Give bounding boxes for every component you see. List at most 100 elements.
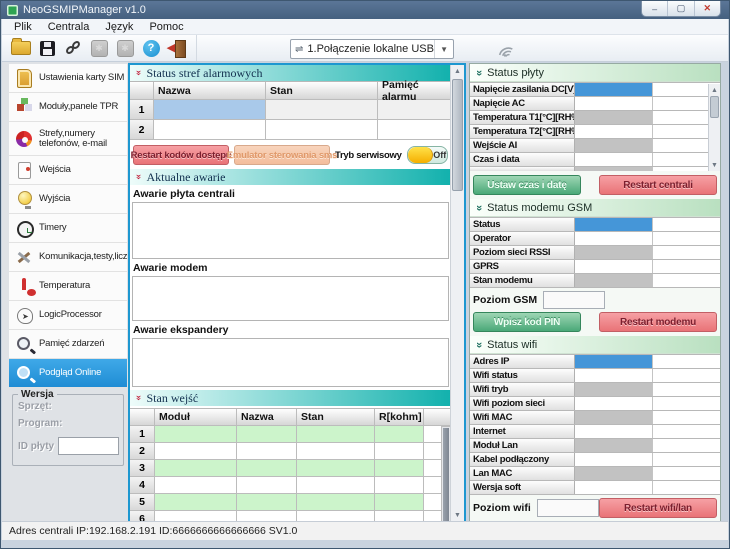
connect-button[interactable]	[61, 37, 85, 59]
inputs-state-table: Moduł Nazwa Stan R[kohm] 1 2 3	[130, 408, 451, 521]
scroll-up-arrow[interactable]: ▲	[709, 84, 720, 96]
wifi-level-label: Poziom wifi	[473, 502, 531, 514]
sidebar-item-timers[interactable]: Timery	[9, 214, 127, 243]
firmware-chip-icon	[117, 40, 134, 57]
save-button[interactable]	[35, 37, 59, 59]
minimize-button[interactable]: –	[642, 1, 668, 16]
sidebar-item-modules[interactable]: Moduły,panele TPR	[9, 93, 127, 122]
sidebar-item-outputs[interactable]: Wyjścia	[9, 185, 127, 214]
field-value	[575, 355, 653, 368]
column-header-pamiec-alarmu[interactable]: Pamięć alarmu	[378, 82, 451, 99]
firmware-chip-icon	[91, 40, 108, 57]
board-id-input[interactable]	[58, 437, 119, 455]
section-header-board-status[interactable]: » Status płyty	[470, 64, 720, 82]
sidebar-item-zones[interactable]: Strefy,numery telefonów, e-mail	[9, 122, 127, 156]
service-mode-toggle[interactable]: Off	[407, 146, 448, 164]
board-status-scrollbar[interactable]: ▲ ▼	[708, 84, 720, 171]
gsm-level-input[interactable]	[543, 291, 605, 309]
app-icon	[7, 5, 18, 16]
firmware-button-2[interactable]	[113, 37, 137, 59]
field-value	[575, 83, 653, 96]
maximize-button[interactable]: ▢	[668, 1, 694, 16]
section-header-wifi-status[interactable]: » Status wifi	[470, 336, 720, 354]
scrollbar-thumb[interactable]	[452, 79, 463, 191]
scroll-down-arrow[interactable]: ▼	[451, 509, 464, 521]
table-row[interactable]: 4	[130, 477, 451, 494]
field-value	[575, 153, 653, 166]
set-time-button[interactable]: Ustaw czas i datę	[473, 175, 581, 195]
close-button[interactable]: ✕	[695, 1, 720, 16]
section-header-current-faults[interactable]: » Aktualne awarie	[130, 169, 451, 185]
column-header-nazwa[interactable]: Nazwa	[237, 409, 297, 425]
menu-plik[interactable]: Plik	[6, 21, 40, 33]
bulb-icon	[15, 190, 33, 208]
field-label: Wejście AI	[470, 139, 575, 152]
table-row[interactable]: 2	[130, 443, 451, 460]
sidebar-item-inputs[interactable]: Wejścia	[9, 156, 127, 185]
help-button[interactable]: ?	[139, 37, 163, 59]
middle-pane-scrollbar[interactable]: ▲ ▼	[450, 65, 464, 521]
help-icon: ?	[143, 40, 160, 57]
column-header-nazwa[interactable]: Nazwa	[154, 82, 266, 99]
menu-pomoc[interactable]: Pomoc	[141, 21, 191, 33]
table-row[interactable]: 1	[130, 100, 451, 120]
hardware-version-label: Sprzęt:	[18, 401, 123, 412]
sidebar-item-temperature[interactable]: Temperatura	[9, 272, 127, 301]
middle-pane: » Status stref alarmowych Nazwa Stan Pam…	[128, 63, 466, 523]
field-value	[575, 246, 653, 259]
field-value	[575, 397, 653, 410]
modem-faults-list	[132, 276, 449, 321]
field-value	[575, 453, 653, 466]
zones-pie-icon	[15, 130, 33, 148]
scroll-down-arrow[interactable]: ▼	[709, 159, 720, 171]
window-title: NeoGSMIPManager v1.0	[23, 4, 146, 16]
field-label: Temperatura T1[°C][RH%]	[470, 111, 575, 124]
sidebar-item-event-memory[interactable]: Pamięć zdarzeń	[9, 330, 127, 359]
sidebar-item-sim[interactable]: Ustawienia karty SIM	[9, 64, 127, 93]
section-header-inputs-state[interactable]: » Stan wejść	[130, 390, 451, 406]
statusbar: Adres centrali IP:192.168.2.191 ID:66666…	[2, 521, 728, 540]
field-label: Operator	[470, 232, 575, 245]
table-row[interactable]: 2	[130, 120, 451, 140]
wifi-level-input[interactable]	[537, 499, 599, 517]
restart-central-button[interactable]: Restart centrali	[599, 175, 717, 195]
column-header-modul[interactable]: Moduł	[155, 409, 237, 425]
table-row[interactable]: 3	[130, 460, 451, 477]
zone-name-cell[interactable]	[154, 120, 266, 139]
table-row[interactable]: 1	[130, 426, 451, 443]
field-label: Wersja soft	[470, 481, 575, 494]
scrollbar-thumb[interactable]	[443, 428, 449, 521]
sidebar-item-communication[interactable]: Komunikacja,testy,liczniki	[9, 243, 127, 272]
connection-selector[interactable]: ⇌ 1.Połączenie lokalne USB ▼	[290, 39, 454, 59]
exit-button[interactable]: ◀	[165, 37, 189, 59]
row-number: 2	[130, 120, 154, 139]
window-frame-bottom	[2, 540, 728, 547]
menu-centrala[interactable]: Centrala	[40, 21, 98, 33]
field-value	[575, 125, 653, 138]
table-row[interactable]: 5	[130, 494, 451, 511]
sidebar-item-logicprocessor[interactable]: LogicProcessor	[9, 301, 127, 330]
scroll-up-arrow[interactable]: ▲	[451, 65, 464, 77]
sms-emulator-button[interactable]: Emulator sterowania sms	[234, 145, 330, 165]
alarm-zones-buttons: Restart kodów dostępu Emulator sterowani…	[133, 145, 448, 165]
menu-jezyk[interactable]: Język	[97, 21, 141, 33]
sidebar-item-online-preview[interactable]: Podgląd Online	[9, 359, 127, 388]
column-header-rkohm[interactable]: R[kohm]	[375, 409, 424, 425]
table-row[interactable]: 6	[130, 511, 451, 521]
restart-wifi-lan-button[interactable]: Restart wifi/lan	[599, 498, 717, 518]
restart-access-codes-button[interactable]: Restart kodów dostępu	[133, 145, 229, 165]
firmware-button-1[interactable]	[87, 37, 111, 59]
zone-name-cell[interactable]	[154, 100, 266, 119]
restart-modem-button[interactable]: Restart modemu	[599, 312, 717, 332]
modem-faults-label: Awarie modem	[133, 262, 451, 274]
service-mode-label: Tryb serwisowy	[335, 150, 402, 161]
enter-pin-button[interactable]: Wpisz kod PIN	[473, 312, 581, 332]
scrollbar-thumb[interactable]	[710, 96, 719, 118]
toolbar: ? ◀ ⇌ 1.Połączenie lokalne USB ▼	[2, 35, 728, 62]
field-value	[575, 260, 653, 273]
usb-icon: ⇌	[295, 44, 303, 55]
open-file-button[interactable]	[9, 37, 33, 59]
column-header-stan[interactable]: Stan	[266, 82, 378, 99]
section-header-gsm-status[interactable]: » Status modemu GSM	[470, 199, 720, 217]
column-header-stan[interactable]: Stan	[297, 409, 375, 425]
